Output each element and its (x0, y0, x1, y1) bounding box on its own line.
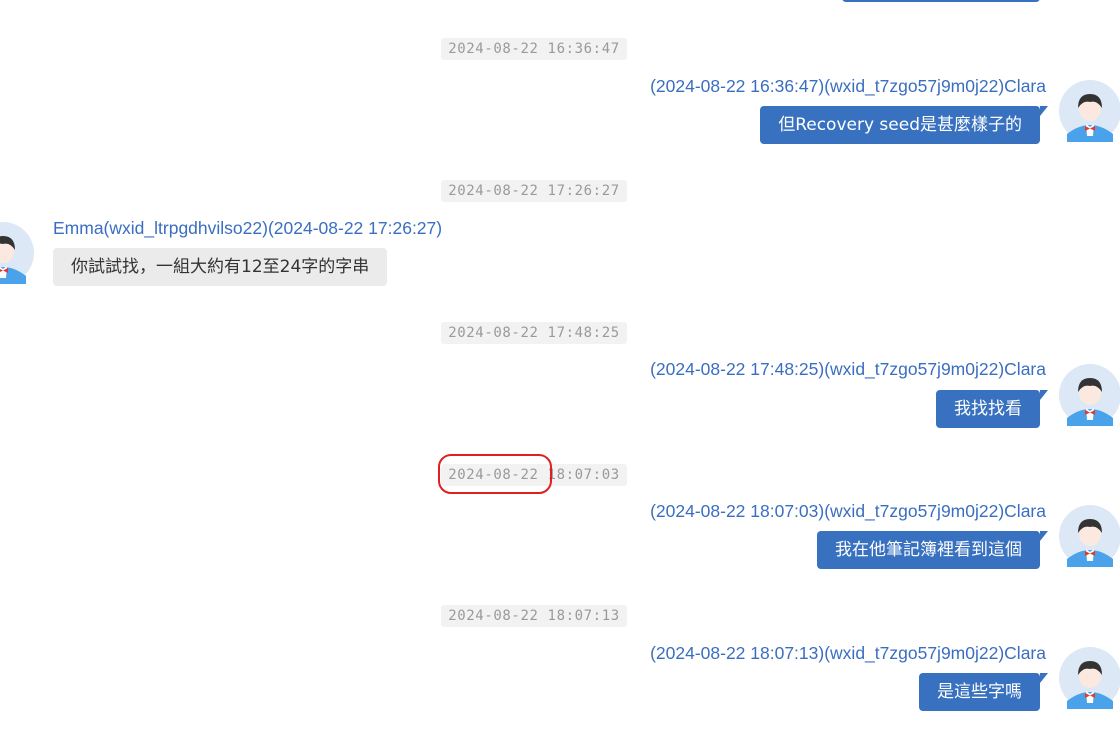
message-meta: (2024-08-22 16:36:47)(wxid_t7zgo57j9m0j2… (650, 76, 1046, 96)
message-bubble-outgoing[interactable]: 我在他筆記簿裡看到這個 (817, 531, 1048, 569)
message-bubble-outgoing[interactable]: 是這些字嗎 (919, 673, 1048, 711)
message-bubble-outgoing[interactable]: 我找找看 (936, 390, 1048, 428)
user-avatar-icon[interactable] (1059, 505, 1120, 567)
message-meta: (2024-08-22 17:48:25)(wxid_t7zgo57j9m0j2… (650, 359, 1046, 379)
user-avatar-icon[interactable] (1059, 80, 1120, 142)
message-meta: Emma(wxid_ltrpgdhvilso22)(2024-08-22 17:… (53, 218, 443, 238)
user-avatar-icon[interactable] (1059, 647, 1120, 709)
message-bubble-outgoing[interactable]: 但Recovery seed是甚麼樣子的 (760, 106, 1048, 144)
timestamp-divider: 2024-08-22 18:07:13 (441, 605, 627, 627)
timestamp-divider: 2024-08-22 17:48:25 (441, 322, 627, 344)
message-meta: (2024-08-22 18:07:13)(wxid_t7zgo57j9m0j2… (650, 643, 1046, 663)
message-meta: (2024-08-22 18:07:03)(wxid_t7zgo57j9m0j2… (650, 501, 1046, 521)
contact-avatar-icon[interactable] (0, 222, 34, 284)
user-avatar-icon[interactable] (1059, 364, 1120, 426)
previous-message-bubble (842, 0, 1040, 2)
timestamp-divider: 2024-08-22 17:26:27 (441, 180, 627, 202)
timestamp-divider: 2024-08-22 16:36:47 (441, 38, 627, 60)
message-bubble-incoming[interactable]: 你試試找，一組大約有12至24字的字串 (53, 248, 388, 286)
highlight-annotation (438, 454, 552, 494)
